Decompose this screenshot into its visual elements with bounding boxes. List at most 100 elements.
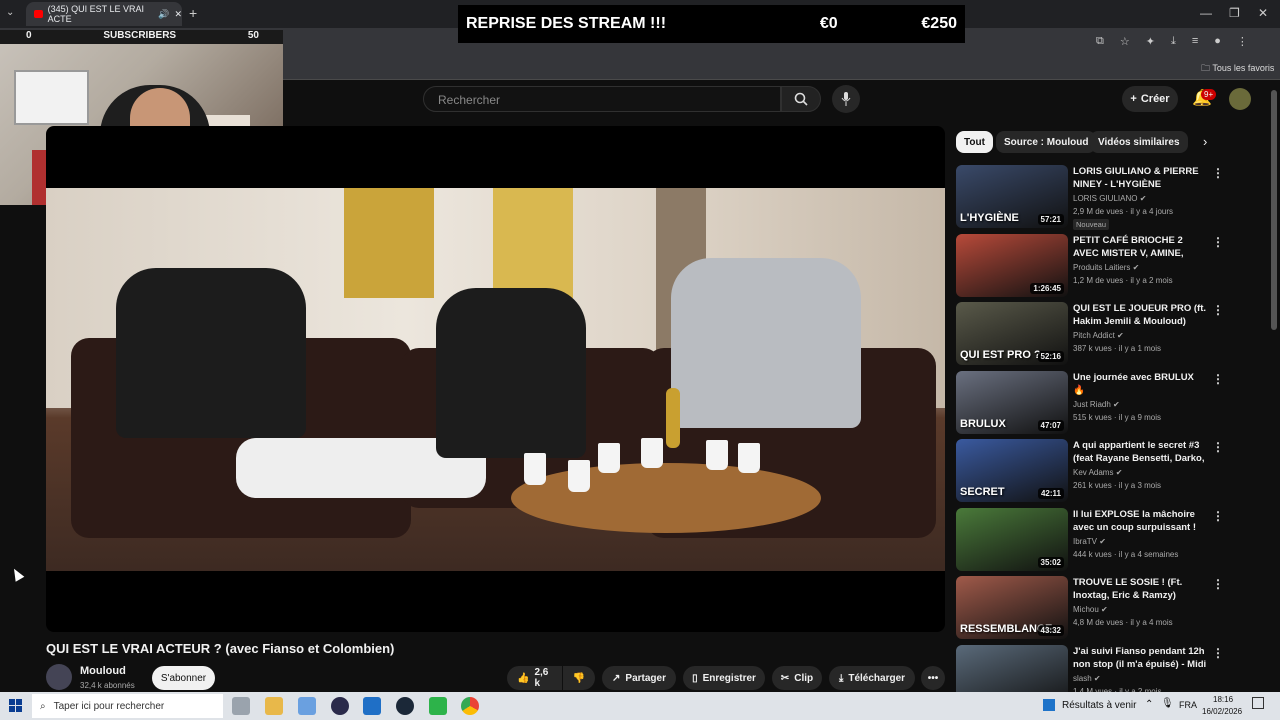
steam-icon[interactable] (396, 697, 414, 715)
media-icon[interactable]: ≡ (1192, 35, 1198, 48)
recommendation-channel[interactable]: Just Riadh ✔ (1073, 400, 1120, 409)
task-view-icon[interactable] (232, 697, 250, 715)
more-options-icon[interactable]: ⋮ (1212, 646, 1224, 660)
clock-date[interactable]: 16/02/2026 (1202, 707, 1242, 716)
taskbar-search[interactable]: ⌕ Taper ici pour rechercher (32, 694, 223, 718)
recommendation-item[interactable]: 1:26:45 PETIT CAFÉ BRIOCHE 2 AVEC MISTER… (956, 233, 1268, 298)
chip-all[interactable]: Tout (956, 131, 993, 153)
recommendation-thumbnail[interactable]: 1:26:45 (956, 233, 1068, 297)
language-indicator[interactable]: FRA (1179, 700, 1197, 710)
chevron-right-icon[interactable]: › (1203, 134, 1207, 149)
duration-badge: 57:21 (1037, 214, 1064, 225)
more-options-icon[interactable]: ⋮ (1212, 166, 1224, 180)
windows-start-icon[interactable] (9, 699, 22, 712)
more-options-icon[interactable]: ⋮ (1212, 235, 1224, 249)
chip-source[interactable]: Source : Mouloud (996, 131, 1097, 153)
recommendation-channel[interactable]: Produits Laitiers ✔ (1073, 263, 1139, 272)
recommendation-title[interactable]: Il lui EXPLOSE la mâchoire avec un coup … (1073, 508, 1208, 535)
recommendation-thumbnail[interactable]: L'HYGIÈNE 57:21 (956, 165, 1068, 228)
recommendation-title[interactable]: A qui appartient le secret #3 (feat Raya… (1073, 439, 1208, 466)
minimize-icon[interactable]: — (1200, 6, 1212, 20)
close-window-icon[interactable]: ✕ (1258, 6, 1268, 20)
recommendation-thumbnail[interactable]: 35:02 (956, 507, 1068, 571)
recommendation-meta: 261 k vues · il y a 3 mois (1073, 481, 1162, 490)
extensions-icon[interactable]: ✦ (1146, 35, 1155, 48)
chip-similar[interactable]: Vidéos similaires (1090, 131, 1188, 153)
notification-center-icon[interactable] (1252, 697, 1264, 709)
search-button[interactable] (781, 86, 821, 112)
recommendation-channel[interactable]: Michou ✔ (1073, 605, 1108, 614)
recommendation-thumbnail[interactable]: BRULUX 47:07 (956, 370, 1068, 434)
download-label: Télécharger (848, 672, 906, 684)
duration-badge: 35:02 (1037, 556, 1064, 568)
more-actions-button[interactable]: ••• (921, 666, 945, 690)
share-button[interactable]: ↗ Partager (602, 666, 676, 690)
chrome-icon[interactable] (461, 697, 479, 715)
subscribe-button[interactable]: S'abonner (152, 666, 215, 690)
more-options-icon[interactable]: ⋮ (1212, 303, 1224, 317)
more-options-icon[interactable]: ⋮ (1212, 372, 1224, 386)
dislike-button[interactable]: 👎 (563, 666, 595, 690)
file-explorer-icon[interactable] (265, 697, 283, 715)
create-button[interactable]: + Créer (1122, 86, 1178, 112)
profile-icon[interactable]: ● (1214, 35, 1221, 48)
recommendation-title[interactable]: PETIT CAFÉ BRIOCHE 2 AVEC MISTER V, AMIN… (1073, 234, 1208, 261)
clip-button[interactable]: ✂ Clip (772, 666, 822, 690)
recommendation-item[interactable]: L'HYGIÈNE 57:21 LORIS GIULIANO & PIERRE … (956, 165, 1268, 230)
scrollbar[interactable] (1271, 90, 1277, 330)
video-player[interactable] (46, 126, 945, 632)
search-input[interactable]: Rechercher (423, 86, 781, 112)
tab-close-icon[interactable]: ✕ (174, 9, 182, 20)
download-button[interactable]: ⤓ Télécharger (829, 666, 915, 690)
recommendation-item[interactable]: QUI EST PRO ? 52:16 QUI EST LE JOUEUR PR… (956, 302, 1268, 366)
verified-icon: ✔ (1101, 605, 1108, 614)
restore-icon[interactable]: ❐ (1229, 6, 1240, 20)
cast-icon[interactable]: ⧉ (1096, 35, 1104, 48)
recommendation-item[interactable]: SECRET 42:11 A qui appartient le secret … (956, 439, 1268, 503)
browser-tab[interactable]: (345) QUI EST LE VRAI ACTE 🔊 ✕ (26, 2, 182, 26)
channel-name[interactable]: Mouloud (80, 665, 126, 677)
recommendation-item[interactable]: RESSEMBLANCE 43:32 TROUVE LE SOSIE ! (Ft… (956, 576, 1268, 640)
obs-icon[interactable] (429, 697, 447, 715)
more-options-icon[interactable]: ⋮ (1212, 440, 1224, 454)
mouse-cursor-icon (9, 566, 25, 582)
menu-icon[interactable]: ⋮ (1237, 35, 1248, 48)
toolbar-icons: ⧉ ☆ ✦ ⤓ ≡ ● ⋮ (1096, 35, 1248, 48)
recommendation-title[interactable]: TROUVE LE SOSIE ! (Ft. Inoxtag, Eric & R… (1073, 576, 1208, 602)
download-icon[interactable]: ⤓ (1171, 35, 1176, 48)
photos-icon[interactable] (298, 697, 316, 715)
outlook-icon[interactable] (363, 697, 381, 715)
recommendation-title[interactable]: LORIS GIULIANO & PIERRE NINEY - L'HYGIÈN… (1073, 165, 1208, 191)
bookmarks-folder[interactable]: 🗀 Tous les favoris (1201, 61, 1274, 77)
mic-tray-icon[interactable]: 🎙 (1161, 698, 1174, 709)
clock-time[interactable]: 18:16 (1213, 695, 1233, 704)
account-avatar[interactable] (1229, 88, 1251, 110)
save-button[interactable]: ▯ Enregistrer (683, 666, 765, 690)
tab-list-icon[interactable]: ⌄ (6, 7, 14, 18)
recommendation-channel[interactable]: LORIS GIULIANO ✔ (1073, 194, 1146, 203)
recommendation-thumbnail[interactable]: RESSEMBLANCE 43:32 (956, 576, 1068, 639)
star-icon[interactable]: ☆ (1120, 35, 1130, 48)
recommendation-title[interactable]: Une journée avec BRULUX 🔥 (1073, 371, 1208, 397)
recommendation-channel[interactable]: IbraTV ✔ (1073, 537, 1106, 546)
more-options-icon[interactable]: ⋮ (1212, 509, 1224, 523)
person-right (671, 258, 861, 428)
recommendation-item[interactable]: 35:02 Il lui EXPLOSE la mâchoire avec un… (956, 507, 1268, 572)
recommendation-channel[interactable]: slash ✔ (1073, 674, 1101, 683)
like-button[interactable]: 👍 2,6 k (507, 666, 562, 690)
new-tab-icon[interactable]: + (189, 5, 197, 21)
recommendation-thumbnail[interactable]: SECRET 42:11 (956, 439, 1068, 502)
channel-avatar[interactable] (46, 664, 72, 690)
voice-search-button[interactable] (832, 85, 860, 113)
recommendation-title[interactable]: J'ai suivi Fianso pendant 12h non stop (… (1073, 645, 1208, 672)
recommendation-thumbnail[interactable]: QUI EST PRO ? 52:16 (956, 302, 1068, 365)
tray-chevron-icon[interactable]: ⌃ (1145, 699, 1153, 710)
weather-text[interactable]: Résultats à venir (1062, 700, 1136, 711)
more-options-icon[interactable]: ⋮ (1212, 577, 1224, 591)
app-icon[interactable] (331, 697, 349, 715)
recommendation-channel[interactable]: Kev Adams ✔ (1073, 468, 1122, 477)
speaker-icon[interactable]: 🔊 (158, 9, 169, 20)
recommendation-title[interactable]: QUI EST LE JOUEUR PRO (ft. Hakim Jemili … (1073, 302, 1208, 328)
recommendation-channel[interactable]: Pitch Addict ✔ (1073, 331, 1124, 340)
recommendation-item[interactable]: BRULUX 47:07 Une journée avec BRULUX 🔥 J… (956, 370, 1268, 435)
